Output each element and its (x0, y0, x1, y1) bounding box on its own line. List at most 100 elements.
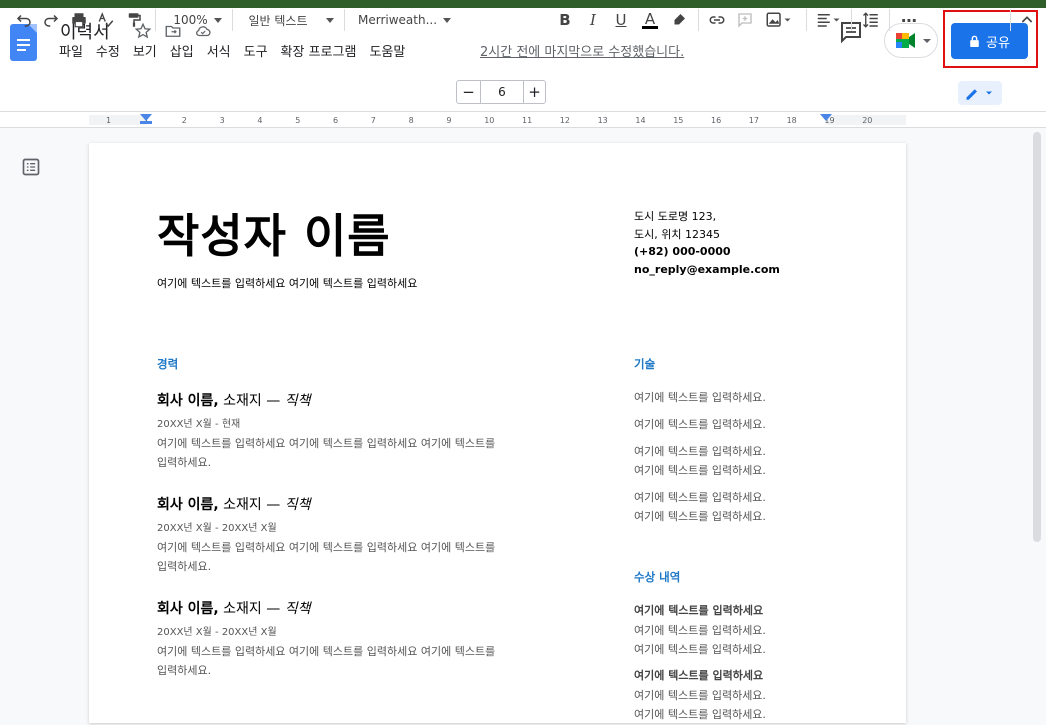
menu-bar: 파일 수정 보기 삽입 서식 도구 확장 프로그램 도움말 (59, 41, 418, 60)
toolbar-divider (1010, 9, 1011, 31)
vertical-scrollbar[interactable] (1030, 128, 1046, 712)
menu-format[interactable]: 서식 (207, 41, 231, 60)
chevron-down-icon (443, 17, 452, 23)
text-color-swatch (642, 25, 658, 29)
skill-item[interactable]: 여기에 텍스트를 입력하세요. (634, 442, 766, 462)
ruler: 1 1 2 3 4 5 6 7 8 9 10 11 12 13 14 15 16 17 18 19 20 (0, 112, 1046, 128)
font-family-select[interactable]: Merriweath... (358, 9, 452, 31)
last-edit-link[interactable]: 2시간 전에 마지막으로 수정했습니다. (480, 41, 684, 60)
skills-heading[interactable]: 기술 (634, 356, 655, 372)
job-description-line: 여기에 텍스트를 입력하세요 여기에 텍스트를 입력하세요 여기에 텍스트를 (157, 645, 496, 658)
more-options-button[interactable]: ⋯ (898, 9, 920, 31)
font-size-input[interactable]: 6 (481, 81, 523, 103)
job-role: 직책 (284, 393, 311, 409)
toolbar-divider (806, 9, 807, 31)
paragraph-style-value: 일반 텍스트 (248, 13, 308, 28)
ruler-tick-label: 18 (786, 116, 797, 125)
font-size-stepper: − 6 + (456, 80, 546, 104)
line-spacing-icon[interactable] (860, 9, 882, 31)
paragraph-style-select[interactable]: 일반 텍스트 (246, 9, 336, 31)
job-description-line: 여기에 텍스트를 입력하세요 여기에 텍스트를 입력하세요 여기에 텍스트를 (157, 541, 496, 554)
skill-item[interactable]: 여기에 텍스트를 입력하세요. (634, 388, 766, 408)
menu-view[interactable]: 보기 (133, 41, 157, 60)
undo-icon[interactable] (13, 9, 35, 31)
spellcheck-icon[interactable] (95, 9, 117, 31)
awards-heading[interactable]: 수상 내역 (634, 569, 680, 585)
ruler-tick-label: 15 (673, 116, 684, 125)
menu-insert[interactable]: 삽입 (170, 41, 194, 60)
skill-item[interactable]: 여기에 텍스트를 입력하세요. (634, 415, 766, 435)
italic-button[interactable]: I (582, 9, 604, 31)
job-entry[interactable]: 회사 이름, 소재지 — 직책 20XX년 X월 - 20XX년 X월 여기에 … (157, 494, 557, 576)
add-comment-icon[interactable] (734, 9, 756, 31)
skill-item[interactable]: 여기에 텍스트를 입력하세요. (634, 461, 766, 481)
editing-mode-button[interactable] (958, 81, 1002, 105)
collapse-chevron-up-icon[interactable] (1016, 9, 1038, 31)
job-description-line: 입력하세요. (157, 664, 212, 677)
lock-icon (970, 35, 979, 47)
menu-help[interactable]: 도움말 (369, 41, 405, 60)
contact-info[interactable]: 도시 도로명 123, 도시, 위치 12345 (+82) 000-0000 … (634, 208, 780, 278)
job-entry[interactable]: 회사 이름, 소재지 — 직책 20XX년 X월 - 20XX년 X월 여기에 … (157, 598, 557, 680)
ruler-tick-label: 10 (484, 116, 495, 125)
resume-name[interactable]: 작성자 이름 (157, 200, 391, 266)
ruler-tick-label: 3 (219, 116, 225, 125)
left-indent-marker-icon[interactable] (140, 114, 152, 124)
company-name: 회사 이름, (157, 497, 219, 513)
menu-extensions[interactable]: 확장 프로그램 (281, 41, 357, 60)
toolbar-divider (889, 9, 890, 31)
skill-item[interactable]: 여기에 텍스트를 입력하세요. (634, 507, 766, 527)
toolbar-divider (155, 9, 156, 31)
menu-file[interactable]: 파일 (59, 41, 83, 60)
toolbar-divider (344, 9, 345, 31)
job-location: 소재지 — (218, 601, 285, 617)
menu-edit[interactable]: 수정 (96, 41, 120, 60)
job-description-line: 여기에 텍스트를 입력하세요 여기에 텍스트를 입력하세요 여기에 텍스트를 (157, 437, 496, 450)
job-location: 소재지 — (218, 497, 285, 513)
skill-item[interactable]: 여기에 텍스트를 입력하세요. (634, 488, 766, 508)
bold-button[interactable]: B (554, 9, 576, 31)
text-color-button[interactable]: A (639, 9, 661, 31)
align-icon[interactable] (814, 9, 844, 31)
job-dates: 20XX년 X월 - 현재 (157, 419, 241, 430)
ruler-tick-label: 17 (748, 116, 759, 125)
ruler-tick-label: 11 (522, 116, 533, 125)
job-dates: 20XX년 X월 - 20XX년 X월 (157, 523, 277, 534)
award-title: 여기에 텍스트를 입력하세요 (634, 604, 764, 617)
chevron-down-icon (213, 17, 222, 23)
paint-format-icon[interactable] (123, 9, 145, 31)
highlight-color-icon[interactable] (668, 9, 690, 31)
job-role: 직책 (284, 497, 311, 513)
award-entry[interactable]: 여기에 텍스트를 입력하세요 여기에 텍스트를 입력하세요. 여기에 텍스트를 … (634, 601, 766, 660)
ruler-tick-label: 4 (257, 116, 263, 125)
underline-button[interactable]: U (610, 9, 632, 31)
zoom-select[interactable]: 100% (170, 9, 225, 31)
insert-link-icon[interactable] (706, 9, 728, 31)
job-description-line: 입력하세요. (157, 456, 212, 469)
pencil-icon (966, 89, 992, 100)
increase-font-size-button[interactable]: + (523, 81, 545, 103)
company-name: 회사 이름, (157, 601, 219, 617)
ruler-tick-label: 6 (333, 116, 339, 125)
window-top-strip (0, 0, 1046, 8)
award-line: 여기에 텍스트를 입력하세요. (634, 688, 766, 702)
experience-heading[interactable]: 경력 (157, 356, 178, 372)
right-indent-marker-icon[interactable] (820, 114, 832, 124)
award-line: 여기에 텍스트를 입력하세요. (634, 708, 766, 721)
redo-icon[interactable] (40, 9, 62, 31)
text-color-label: A (644, 9, 656, 28)
toolbar-divider (851, 9, 852, 31)
resume-subtitle[interactable]: 여기에 텍스트를 입력하세요 여기에 텍스트를 입력하세요 (157, 275, 417, 291)
job-entry[interactable]: 회사 이름, 소재지 — 직책 20XX년 X월 - 현재 여기에 텍스트를 입… (157, 390, 557, 472)
award-line: 여기에 텍스트를 입력하세요. (634, 643, 766, 656)
ruler-tick-label: 20 (862, 116, 873, 125)
insert-image-icon[interactable] (762, 9, 798, 31)
menu-tools[interactable]: 도구 (244, 41, 268, 60)
award-entry[interactable]: 여기에 텍스트를 입력하세요 여기에 텍스트를 입력하세요. 여기에 텍스트를 … (634, 666, 766, 725)
document-outline-icon[interactable] (21, 157, 41, 177)
print-icon[interactable] (68, 9, 90, 31)
ruler-tick-label: 9 (446, 116, 452, 125)
decrease-font-size-button[interactable]: − (457, 81, 481, 103)
address-line-1: 도시 도로명 123, (634, 210, 717, 223)
scrollbar-thumb[interactable] (1033, 132, 1041, 542)
